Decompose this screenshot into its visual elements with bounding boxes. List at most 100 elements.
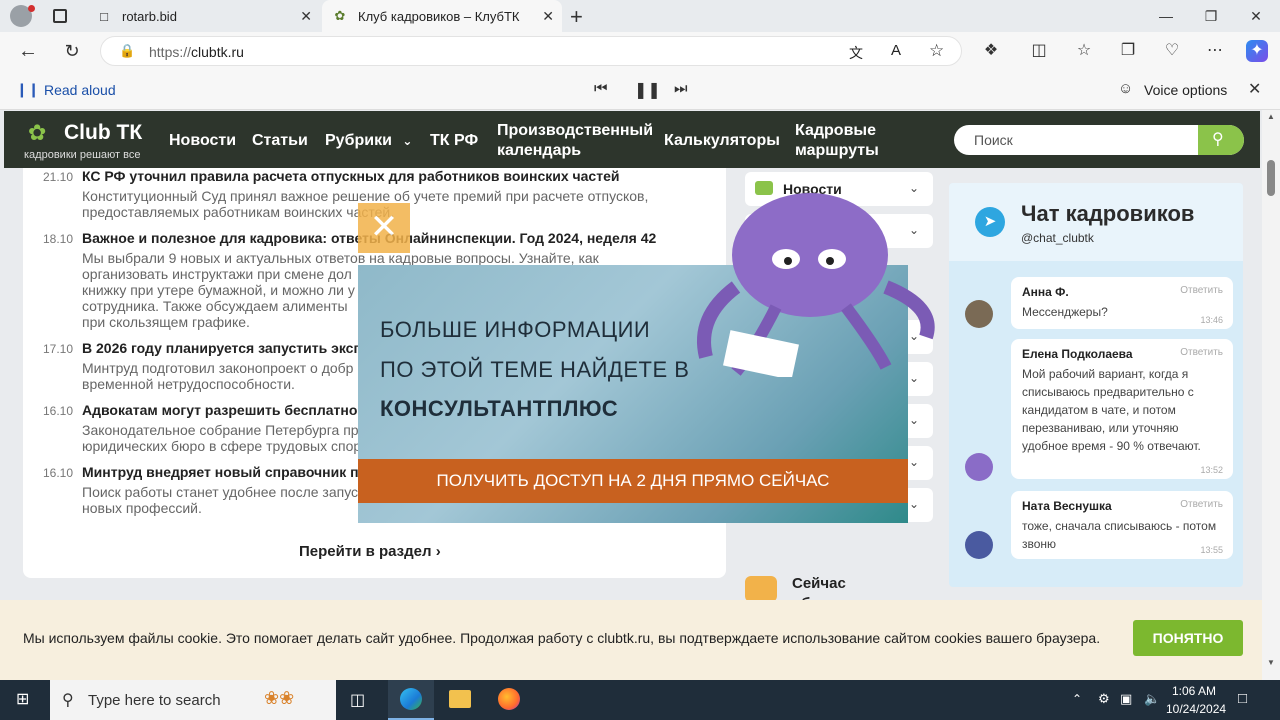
tab-rotarb[interactable]: □ rotarb.bid ✕	[86, 0, 320, 32]
reply-link[interactable]: Ответить	[1180, 499, 1223, 510]
news-date: 18.10	[43, 232, 74, 246]
clock-date[interactable]: 10/24/2024	[1166, 702, 1226, 716]
notifications-icon[interactable]: □	[1238, 690, 1247, 707]
news-title[interactable]: Адвокатам могут разрешить бесплатно п…	[82, 402, 384, 418]
clubtk-favicon-icon: ✿	[334, 8, 346, 23]
nav-news[interactable]: Новости	[169, 131, 236, 151]
lock-icon: 🔒	[119, 43, 136, 58]
news-date: 17.10	[43, 342, 74, 356]
nav-line: маршруты	[795, 142, 879, 159]
popup-line-2: ПО ЭТОЙ ТЕМЕ НАЙДЕТЕ В	[380, 357, 690, 382]
message-time: 13:46	[1200, 315, 1223, 325]
octopus-tentacle	[883, 280, 935, 340]
message-author: Ната Веснушка	[1022, 499, 1112, 513]
scrollbar-thumb[interactable]	[1267, 160, 1275, 196]
news-title[interactable]: В 2026 году планируется запустить экспе…	[82, 340, 384, 356]
translate-icon[interactable]: 文	[849, 43, 863, 63]
chevron-down-icon: ⌄	[402, 134, 413, 148]
collections-icon[interactable]: ❐	[1117, 40, 1139, 62]
file-explorer-icon[interactable]	[449, 690, 471, 708]
site-search[interactable]: Поиск ⚲	[954, 125, 1244, 155]
voice-options-button[interactable]: Voice options	[1144, 82, 1227, 98]
performance-icon[interactable]: ♡	[1161, 40, 1183, 62]
firefox-icon[interactable]	[498, 688, 520, 710]
nav-tk-rf[interactable]: ТК РФ	[430, 131, 478, 151]
read-aloud-icon[interactable]: A	[891, 42, 901, 59]
news-date: 21.10	[43, 170, 74, 184]
next-icon[interactable]: ⏭	[674, 80, 688, 97]
nav-calculators[interactable]: Калькуляторы	[664, 131, 780, 151]
windows-start-icon[interactable]: ⊞	[16, 691, 34, 709]
minimize-icon[interactable]: —	[1154, 4, 1178, 28]
search-placeholder: Поиск	[974, 132, 1013, 148]
notification-dot-icon	[28, 5, 35, 12]
nav-rubrics-label: Рубрики	[325, 132, 392, 149]
page-scrollbar[interactable]: ▲ ▼	[1262, 110, 1280, 680]
restore-icon[interactable]: ❐	[1199, 4, 1223, 28]
address-toolbar: ← ↻ 🔒 https://clubtk.ru 文 A ☆ ❖ ◫ ☆ ❐ ♡ …	[0, 32, 1280, 70]
site-header: ✿ Club ТК кадровики решают все Новости С…	[4, 111, 1260, 168]
more-menu-icon[interactable]: ⋯	[1204, 40, 1226, 62]
close-tab-icon[interactable]: ✕	[300, 8, 312, 25]
news-title[interactable]: Минтруд внедряет новый справочник про…	[82, 464, 390, 480]
tab-clubtk[interactable]: ✿ Клуб кадровиков – КлубТК ✕	[322, 0, 562, 32]
go-to-section-link[interactable]: Перейти в раздел ›	[299, 543, 441, 560]
show-hidden-icons-icon[interactable]: ⌃	[1072, 692, 1082, 706]
pause-icon[interactable]: ❚❚	[634, 80, 661, 100]
nav-hr-routes[interactable]: Кадровые маршруты	[795, 121, 879, 161]
url-prefix: https://	[149, 44, 192, 60]
reply-link[interactable]: Ответить	[1180, 347, 1223, 358]
telegram-chat-widget: ➤ Чат кадровиков @chat_clubtk Анна Ф. От…	[949, 183, 1243, 587]
octopus-head	[732, 193, 888, 317]
chevron-down-icon: ⌄	[908, 413, 919, 427]
news-title[interactable]: КС РФ уточнил правила расчета отпускных …	[82, 168, 619, 184]
favorites-icon[interactable]: ☆	[1073, 40, 1095, 62]
tray-app-icon[interactable]: ⚙	[1098, 691, 1110, 707]
favorite-star-icon[interactable]: ☆	[929, 41, 944, 61]
chat-handle[interactable]: @chat_clubtk	[1021, 231, 1094, 245]
logo-people-icon: ✿	[28, 120, 47, 145]
volume-icon[interactable]: 🔈	[1144, 691, 1160, 707]
popup-cta-button[interactable]: ПОЛУЧИТЬ ДОСТУП НА 2 ДНЯ ПРЯМО СЕЙЧАС	[358, 459, 908, 503]
search-button[interactable]: ⚲	[1198, 125, 1244, 155]
scroll-up-icon[interactable]: ▲	[1267, 112, 1275, 121]
url-text: https://clubtk.ru	[149, 44, 244, 60]
octopus-tentacle	[841, 303, 892, 370]
new-tab-icon[interactable]: +	[570, 4, 583, 30]
refresh-icon[interactable]: ↻	[61, 40, 83, 62]
logo-text: Club ТК	[64, 121, 143, 144]
taskbar-search[interactable]: ⚲ Type here to search ❀❀	[50, 680, 336, 720]
previous-icon[interactable]: ⏮	[594, 80, 608, 97]
nav-rubrics[interactable]: Рубрики ⌄	[325, 131, 412, 151]
nav-production-calendar[interactable]: Производственный календарь	[497, 121, 653, 161]
split-screen-icon[interactable]: ◫	[1028, 40, 1050, 62]
scroll-down-icon[interactable]: ▼	[1267, 658, 1275, 667]
network-icon[interactable]: ▣	[1120, 691, 1132, 707]
close-tab-icon[interactable]: ✕	[542, 8, 554, 25]
chevron-down-icon: ⌄	[908, 455, 919, 469]
nav-articles[interactable]: Статьи	[252, 131, 308, 151]
chat-header: ➤ Чат кадровиков @chat_clubtk	[949, 183, 1243, 261]
task-view-icon[interactable]: ◫	[350, 690, 365, 710]
extensions-icon[interactable]: ❖	[980, 40, 1002, 62]
message-text: тоже, сначала списываюсь - потом звоню	[1022, 519, 1217, 551]
cookie-text: Мы используем файлы cookie. Это помогает…	[23, 630, 1101, 646]
message-time: 13:52	[1200, 465, 1223, 475]
address-field[interactable]: 🔒 https://clubtk.ru 文 A ☆	[100, 36, 962, 66]
back-icon[interactable]: ←	[17, 40, 39, 62]
cookie-accept-button[interactable]: ПОНЯТНО	[1133, 620, 1243, 656]
news-date: 16.10	[43, 466, 74, 480]
close-window-icon[interactable]: ✕	[1244, 4, 1268, 28]
octopus-pupil	[784, 257, 792, 265]
popup-close-button[interactable]: ✕	[358, 203, 410, 253]
reply-link[interactable]: Ответить	[1180, 285, 1223, 296]
avatar	[965, 531, 993, 559]
clock-time[interactable]: 1:06 AM	[1172, 684, 1216, 698]
copilot-icon[interactable]: ✦	[1246, 40, 1268, 62]
close-read-aloud-icon[interactable]: ✕	[1248, 79, 1261, 99]
search-icon: ⚲	[62, 692, 74, 709]
search-icon: ⚲	[1212, 131, 1224, 148]
read-aloud-label[interactable]: Read aloud	[44, 82, 116, 98]
autumn-leaves-icon: ❀❀	[264, 688, 295, 708]
tab-actions-icon[interactable]	[53, 9, 67, 23]
